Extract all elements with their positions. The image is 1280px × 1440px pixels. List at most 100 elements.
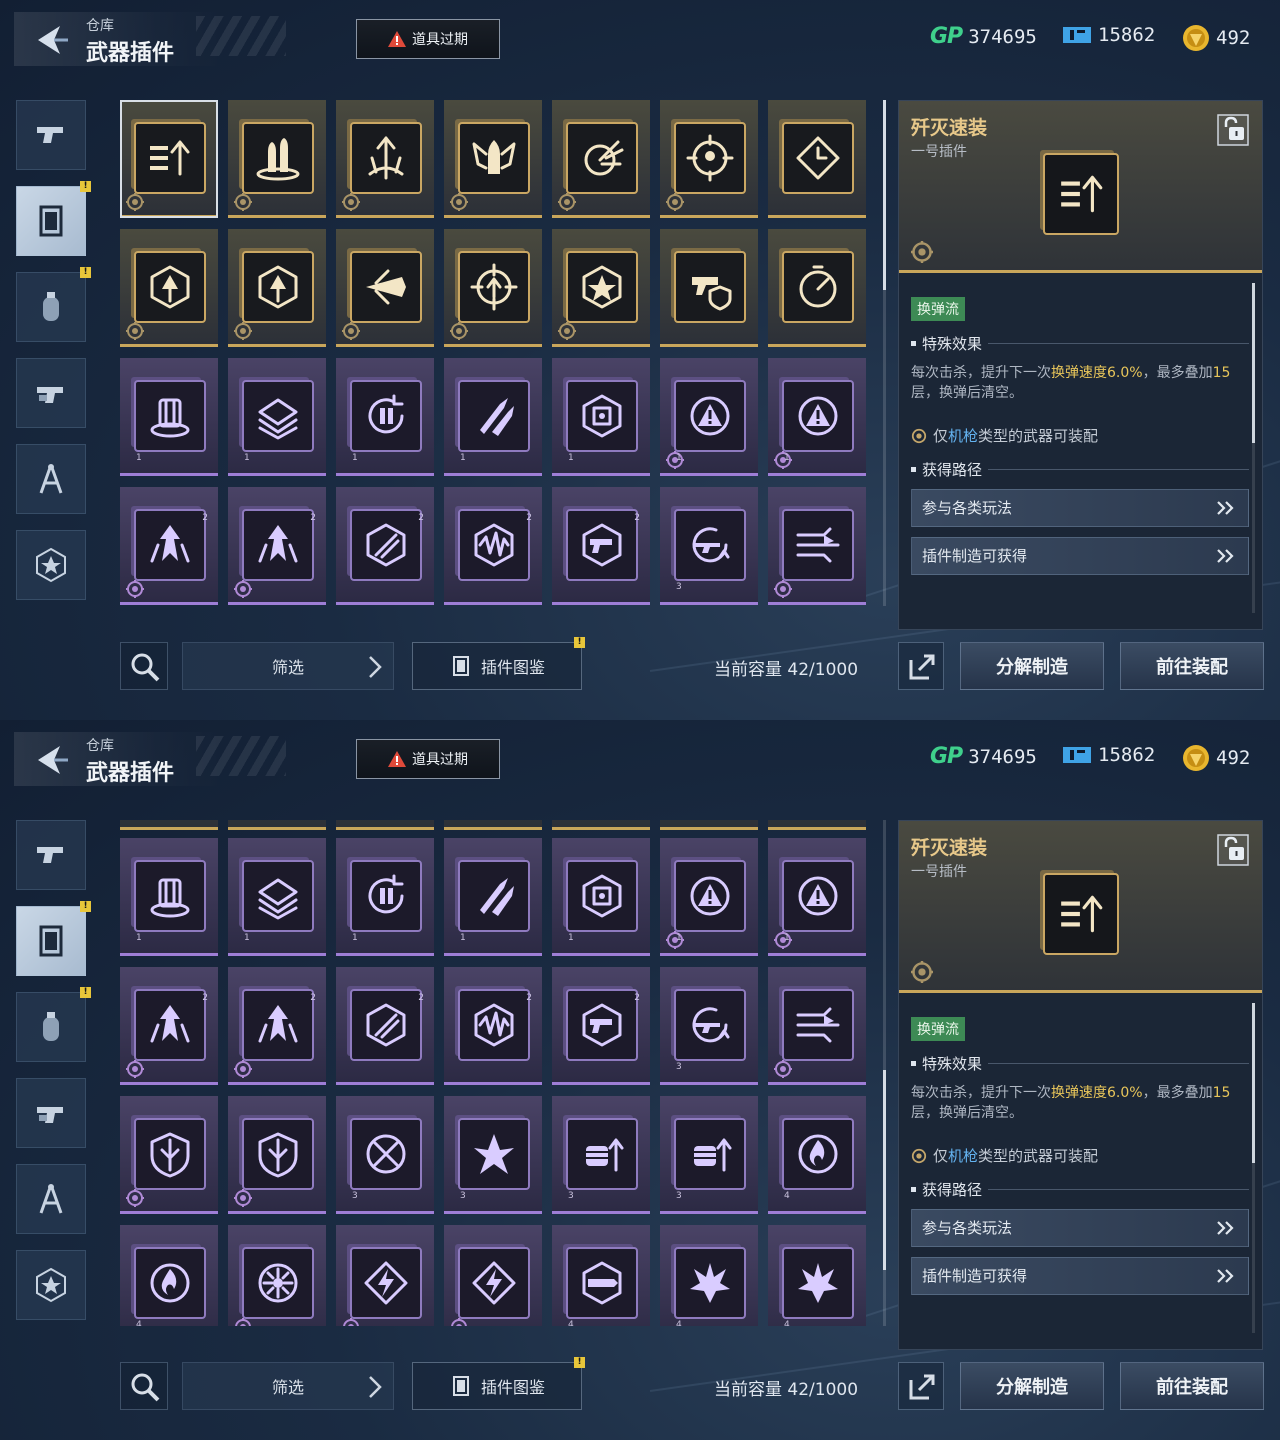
plugin-slot[interactable] — [660, 100, 758, 218]
plugin-slot[interactable] — [552, 820, 650, 830]
sidebar-item-blueprint[interactable] — [16, 1164, 86, 1234]
plugin-slot[interactable]: 3 — [660, 967, 758, 1085]
expired-items-button[interactable]: 道具过期 — [356, 19, 500, 59]
plugin-slot[interactable]: 3 — [336, 1096, 434, 1214]
plugin-slot[interactable]: 4 — [768, 1225, 866, 1326]
plugin-slot[interactable] — [660, 229, 758, 347]
unlock-icon[interactable] — [1216, 833, 1250, 867]
plugin-slot[interactable]: 2 — [552, 967, 650, 1085]
plugin-slot[interactable]: 2 — [336, 967, 434, 1085]
filter-button[interactable]: 筛选 — [182, 642, 394, 690]
plugin-slot[interactable]: 2 — [228, 967, 326, 1085]
sidebar-item-weapon[interactable] — [16, 820, 86, 890]
plugin-slot[interactable]: 1 — [660, 358, 758, 476]
sidebar-item-plugin[interactable]: ! — [16, 901, 91, 976]
plugin-slot[interactable] — [444, 1225, 542, 1326]
plugin-slot[interactable]: 2 — [228, 487, 326, 605]
grid-scrollbar[interactable] — [883, 100, 886, 606]
plugin-slot[interactable]: 3 — [660, 1096, 758, 1214]
sidebar-item-consumable[interactable]: ! — [16, 987, 91, 1062]
plugin-slot[interactable] — [228, 1225, 326, 1326]
plugin-slot[interactable] — [444, 229, 542, 347]
search-button[interactable] — [120, 642, 168, 690]
plugin-codex-button[interactable]: 插件图鉴 — [412, 642, 582, 690]
plugin-slot[interactable]: 1 — [444, 838, 542, 956]
sidebar-item-attachment[interactable] — [16, 358, 86, 428]
plugin-slot[interactable]: 2 — [444, 967, 542, 1085]
unlock-icon[interactable] — [1216, 113, 1250, 147]
plugin-slot[interactable]: 1 — [228, 838, 326, 956]
plugin-slot[interactable] — [336, 1225, 434, 1326]
decompose-button[interactable]: 分解制造 — [960, 642, 1104, 690]
plugin-slot[interactable] — [444, 820, 542, 830]
detail-scrollbar[interactable] — [1252, 283, 1255, 613]
plugin-slot[interactable]: 1 — [120, 358, 218, 476]
source-gameplay-button[interactable]: 参与各类玩法 — [911, 1209, 1249, 1247]
plugin-slot[interactable]: 3 — [660, 487, 758, 605]
plugin-slot[interactable] — [120, 1096, 218, 1214]
sidebar-item-plugin[interactable]: ! — [16, 181, 91, 256]
plugin-slot[interactable]: 2 — [552, 487, 650, 605]
back-arrow-icon[interactable] — [30, 744, 70, 776]
plugin-slot[interactable] — [336, 100, 434, 218]
back-arrow-icon[interactable] — [30, 24, 70, 56]
plugin-slot[interactable]: 2 — [444, 487, 542, 605]
plugin-slot[interactable]: 4 — [120, 1225, 218, 1326]
plugin-slot[interactable] — [768, 820, 866, 830]
sidebar-item-badge[interactable] — [16, 530, 86, 600]
plugin-slot[interactable] — [228, 229, 326, 347]
plugin-slot[interactable]: 1 — [660, 838, 758, 956]
plugin-slot[interactable] — [120, 820, 218, 830]
plugin-slot[interactable] — [120, 100, 218, 218]
plugin-slot[interactable] — [228, 1096, 326, 1214]
grid-scrollbar[interactable] — [883, 820, 886, 1326]
plugin-slot[interactable]: 4 — [660, 1225, 758, 1326]
plugin-slot[interactable]: 2 — [336, 487, 434, 605]
plugin-slot[interactable]: 3 — [444, 1096, 542, 1214]
plugin-slot[interactable] — [768, 229, 866, 347]
sidebar-item-weapon[interactable] — [16, 100, 86, 170]
equip-button[interactable]: 前往装配 — [1120, 642, 1264, 690]
plugin-slot[interactable]: 2 — [120, 967, 218, 1085]
source-gameplay-button[interactable]: 参与各类玩法 — [911, 489, 1249, 527]
source-crafting-button[interactable]: 插件制造可获得 — [911, 1257, 1249, 1295]
plugin-slot[interactable]: 1 — [552, 358, 650, 476]
plugin-slot[interactable]: 1 — [444, 358, 542, 476]
search-button[interactable] — [120, 1362, 168, 1410]
expired-items-button[interactable]: 道具过期 — [356, 739, 500, 779]
plugin-slot[interactable] — [552, 100, 650, 218]
plugin-slot[interactable]: 1 — [336, 358, 434, 476]
sidebar-item-blueprint[interactable] — [16, 444, 86, 514]
plugin-slot[interactable]: 1 — [120, 838, 218, 956]
plugin-slot[interactable] — [228, 820, 326, 830]
plugin-slot[interactable]: 3 — [552, 1096, 650, 1214]
plugin-slot[interactable]: 1 — [336, 838, 434, 956]
sidebar-item-attachment[interactable] — [16, 1078, 86, 1148]
share-button[interactable] — [898, 1362, 944, 1410]
plugin-slot[interactable]: 1 — [768, 838, 866, 956]
plugin-slot[interactable] — [228, 100, 326, 218]
share-button[interactable] — [898, 642, 944, 690]
plugin-slot[interactable] — [444, 100, 542, 218]
plugin-slot[interactable]: 1 — [228, 358, 326, 476]
plugin-slot[interactable] — [660, 820, 758, 830]
plugin-slot[interactable] — [768, 100, 866, 218]
plugin-codex-button[interactable]: 插件图鉴 — [412, 1362, 582, 1410]
plugin-slot[interactable]: 4 — [552, 1225, 650, 1326]
decompose-button[interactable]: 分解制造 — [960, 1362, 1104, 1410]
plugin-slot[interactable]: 1 — [768, 358, 866, 476]
plugin-slot[interactable] — [552, 229, 650, 347]
plugin-slot[interactable] — [768, 967, 866, 1085]
plugin-slot[interactable] — [336, 229, 434, 347]
detail-scrollbar[interactable] — [1252, 1003, 1255, 1333]
plugin-slot[interactable] — [336, 820, 434, 830]
sidebar-item-consumable[interactable]: ! — [16, 267, 91, 342]
plugin-slot[interactable] — [768, 487, 866, 605]
source-crafting-button[interactable]: 插件制造可获得 — [911, 537, 1249, 575]
plugin-slot[interactable]: 2 — [120, 487, 218, 605]
filter-button[interactable]: 筛选 — [182, 1362, 394, 1410]
plugin-slot[interactable]: 1 — [552, 838, 650, 956]
equip-button[interactable]: 前往装配 — [1120, 1362, 1264, 1410]
plugin-slot[interactable]: 4 — [768, 1096, 866, 1214]
plugin-slot[interactable] — [120, 229, 218, 347]
